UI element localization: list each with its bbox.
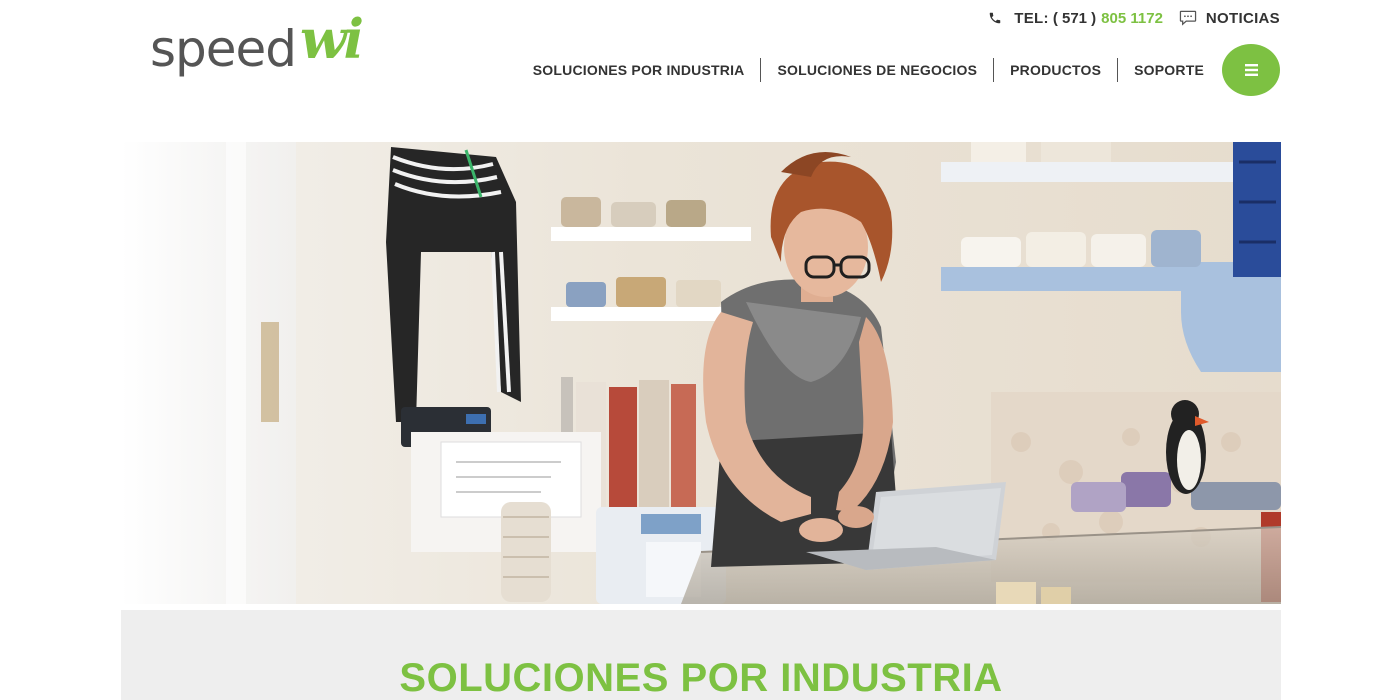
noticias-link[interactable]: NOTICIAS xyxy=(1206,10,1280,27)
industry-solutions-section: SOLUCIONES POR INDUSTRIA xyxy=(121,610,1281,700)
phone-icon xyxy=(990,12,1001,24)
main-nav: SOLUCIONES POR INDUSTRIA SOLUCIONES DE N… xyxy=(517,57,1204,83)
speedwi-logo[interactable]: speed wi xyxy=(150,10,390,90)
tel-area-code: ( 571 ) xyxy=(1052,9,1097,27)
contact-bar: TEL: ( 571 ) 805 1172 NOTICIAS xyxy=(988,8,1280,28)
tel-number-link[interactable]: 805 1172 xyxy=(1101,10,1163,27)
nav-soluciones-de-negocios[interactable]: SOLUCIONES DE NEGOCIOS xyxy=(761,57,993,83)
nav-soluciones-por-industria[interactable]: SOLUCIONES POR INDUSTRIA xyxy=(517,57,761,83)
tel-label: TEL: xyxy=(1014,9,1049,27)
chat-bubble-icon xyxy=(1179,10,1197,26)
nav-soporte[interactable]: SOPORTE xyxy=(1118,57,1204,83)
menu-toggle-button[interactable] xyxy=(1222,44,1280,96)
hero-image xyxy=(121,142,1281,604)
hamburger-menu-icon xyxy=(1244,64,1258,76)
hero-illustration xyxy=(121,142,1281,604)
logo-accent: wi xyxy=(300,7,364,71)
section-title: SOLUCIONES POR INDUSTRIA xyxy=(399,656,1003,700)
logo-wordmark: speed xyxy=(150,20,297,78)
nav-productos[interactable]: PRODUCTOS xyxy=(994,57,1117,83)
